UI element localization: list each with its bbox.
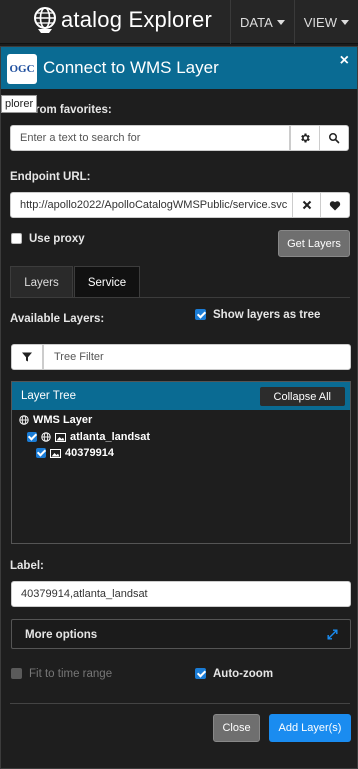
layer-label-input[interactable]: 40379914,atlanta_landsat — [11, 581, 351, 607]
fit-time-range-checkbox[interactable] — [11, 668, 22, 679]
endpoint-url-input[interactable]: http://apollo2022/ApolloCatalogWMSPublic… — [10, 192, 293, 218]
layer-tree-panel: Layer Tree Collapse All WMS Layer atlant… — [11, 381, 351, 544]
dialog-title: Connect to WMS Layer — [43, 58, 219, 77]
tree-node-40379914[interactable]: 40379914 — [36, 446, 114, 460]
favorites-label: rom favorites: — [35, 104, 112, 116]
ogc-logo: OGC — [7, 54, 37, 84]
top-bar: atalog Explorer DATA VIEW — [0, 0, 358, 44]
endpoint-clear-button[interactable] — [292, 192, 322, 218]
tree-filter-input[interactable]: Tree Filter — [43, 344, 351, 370]
show-as-tree-label: Show layers as tree — [213, 309, 321, 321]
filter-icon — [22, 352, 32, 362]
top-nav: DATA VIEW — [230, 0, 358, 44]
auto-zoom-checkbox[interactable] — [195, 668, 206, 679]
endpoint-favorite-button[interactable] — [320, 192, 350, 218]
fit-time-range-label: Fit to time range — [29, 668, 113, 680]
caret-down-icon — [341, 19, 349, 25]
tree-node-40379914-label: 40379914 — [65, 447, 114, 459]
show-as-tree-checkbox[interactable] — [195, 309, 206, 320]
globe-icon — [34, 7, 56, 33]
tree-node-root-label: WMS Layer — [33, 414, 93, 426]
heart-icon — [329, 200, 341, 210]
use-proxy-label: Use proxy — [29, 233, 85, 245]
use-proxy-checkbox[interactable] — [11, 233, 22, 244]
layer-tree-header: Layer Tree Collapse All — [12, 382, 350, 410]
globe-icon — [41, 432, 51, 442]
layer-label-caption: Label: — [10, 560, 44, 572]
tree-node-40379914-checkbox[interactable] — [36, 448, 46, 458]
more-options-panel[interactable]: More options — [11, 619, 351, 649]
image-icon — [55, 432, 66, 442]
connect-wms-dialog: OGC Connect to WMS Layer × rom favorites… — [0, 46, 358, 769]
gear-icon — [301, 133, 310, 143]
nav-view-menu[interactable]: VIEW — [293, 0, 358, 44]
globe-icon — [19, 415, 29, 425]
caret-down-icon — [276, 19, 285, 25]
image-icon — [50, 448, 61, 458]
ogc-logo-text: OGC — [9, 63, 35, 75]
tree-node-atlanta-checkbox[interactable] — [27, 432, 37, 442]
close-button[interactable]: Close — [213, 714, 260, 742]
tree-node-atlanta[interactable]: atlanta_landsat — [27, 430, 150, 444]
tree-node-atlanta-label: atlanta_landsat — [70, 431, 151, 443]
tree-filter-button[interactable] — [11, 344, 43, 370]
close-icon[interactable]: × — [340, 52, 349, 70]
nav-data-menu[interactable]: DATA — [230, 0, 294, 44]
auto-zoom-label: Auto-zoom — [213, 668, 274, 680]
tab-divider — [10, 297, 350, 298]
favorites-settings-button[interactable] — [290, 125, 320, 151]
footer-divider — [10, 703, 350, 704]
available-layers-label: Available Layers: — [10, 313, 105, 325]
app-brand[interactable]: atalog Explorer — [30, 5, 212, 35]
dialog-header[interactable]: OGC Connect to WMS Layer × — [1, 47, 357, 89]
collapse-all-button[interactable]: Collapse All — [259, 387, 345, 406]
layer-tree-title: Layer Tree — [21, 390, 76, 402]
favorites-search-button[interactable] — [319, 125, 349, 151]
clear-icon — [302, 200, 312, 210]
tree-node-root[interactable]: WMS Layer — [19, 413, 92, 427]
endpoint-label: Endpoint URL: — [10, 171, 91, 183]
more-options-label: More options — [25, 629, 98, 641]
nav-data-label: DATA — [240, 14, 273, 30]
tab-service[interactable]: Service — [74, 266, 140, 298]
tab-layers[interactable]: Layers — [10, 266, 73, 298]
tooltip: plorer — [1, 95, 38, 113]
add-layers-button[interactable]: Add Layer(s) — [269, 714, 351, 742]
nav-view-label: VIEW — [303, 14, 337, 30]
expand-icon — [327, 629, 338, 640]
app-title: atalog Explorer — [61, 7, 212, 32]
get-layers-button[interactable]: Get Layers — [278, 230, 350, 257]
search-icon — [329, 133, 340, 144]
favorites-search-input[interactable]: Enter a text to search for — [10, 125, 290, 151]
